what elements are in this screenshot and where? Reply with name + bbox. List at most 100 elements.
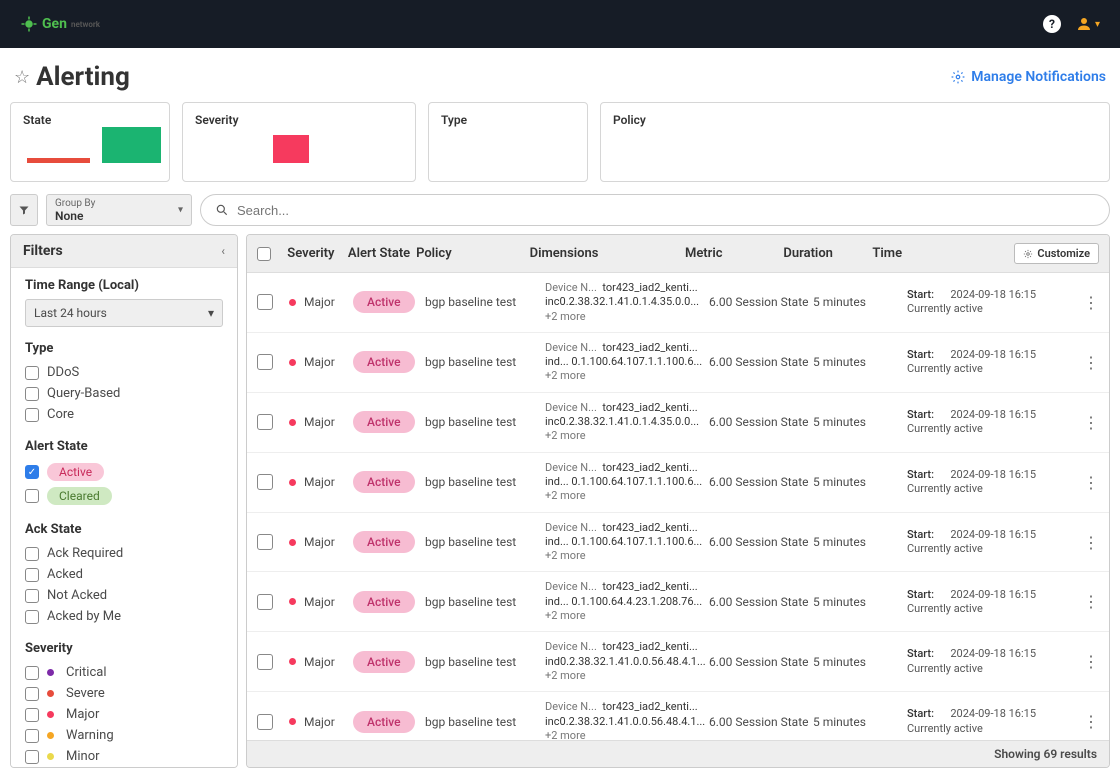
filter-acked[interactable]: Acked [25, 564, 223, 585]
manage-notifications-label: Manage Notifications [971, 69, 1106, 85]
row-actions-menu[interactable]: ⋮ [1083, 293, 1099, 312]
favorite-star-icon[interactable]: ☆ [14, 67, 30, 88]
table-row[interactable]: MajorActivebgp baseline testDevice N... … [247, 333, 1109, 393]
checkbox[interactable] [25, 568, 39, 582]
cell-time: Start: 2024-09-18 16:15Currently active [907, 468, 1057, 497]
checkbox[interactable] [25, 408, 39, 422]
filter-sev-severe[interactable]: Severe [25, 683, 223, 704]
filter-ack-required[interactable]: Ack Required [25, 543, 223, 564]
row-checkbox[interactable] [257, 594, 273, 610]
customize-label: Customize [1037, 247, 1090, 260]
search-box[interactable] [200, 194, 1110, 226]
th-severity[interactable]: Severity [287, 246, 348, 261]
cell-policy: bgp baseline test [425, 415, 545, 429]
filter-sev-minor[interactable]: Minor [25, 746, 223, 767]
cell-severity: Major [289, 715, 353, 729]
checkbox[interactable] [25, 687, 39, 701]
severity-dot-icon [47, 669, 54, 676]
filter-acked-by-me[interactable]: Acked by Me [25, 606, 223, 627]
filter-ack-item-label: Acked by Me [47, 609, 121, 624]
gear-icon [951, 70, 965, 84]
group-by-select[interactable]: Group By None ▾ [46, 194, 192, 226]
group-by-label: Group By [55, 198, 183, 209]
card-state[interactable]: State [10, 102, 170, 182]
row-checkbox[interactable] [257, 654, 273, 670]
table-row[interactable]: MajorActivebgp baseline testDevice N... … [247, 572, 1109, 632]
row-actions-menu[interactable]: ⋮ [1083, 533, 1099, 552]
card-type[interactable]: Type [428, 102, 588, 182]
cell-time: Start: 2024-09-18 16:15Currently active [907, 707, 1057, 736]
row-actions-menu[interactable]: ⋮ [1083, 712, 1099, 731]
th-alertstate[interactable]: Alert State [348, 246, 416, 261]
manage-notifications-link[interactable]: Manage Notifications [951, 69, 1106, 85]
checkbox[interactable] [25, 547, 39, 561]
cell-policy: bgp baseline test [425, 475, 545, 489]
row-checkbox[interactable] [257, 714, 273, 730]
filter-alertstate-cleared[interactable]: Cleared [25, 484, 223, 508]
checkbox[interactable] [25, 610, 39, 624]
customize-button[interactable]: Customize [1014, 243, 1099, 264]
row-checkbox[interactable] [257, 354, 273, 370]
checkbox[interactable] [25, 489, 39, 503]
user-menu[interactable]: ▾ [1075, 15, 1100, 33]
table-row[interactable]: MajorActivebgp baseline testDevice N... … [247, 513, 1109, 573]
filter-type-querybased[interactable]: Query-Based [25, 383, 223, 404]
logo[interactable]: Gennetwork [20, 15, 100, 33]
filter-sev-critical[interactable]: Critical [25, 662, 223, 683]
th-metric[interactable]: Metric [685, 246, 783, 261]
filter-type-ddos[interactable]: DDoS [25, 362, 223, 383]
page-title: Alerting [36, 62, 130, 92]
table-row[interactable]: MajorActivebgp baseline testDevice N... … [247, 632, 1109, 692]
th-time[interactable]: Time [872, 246, 1014, 261]
row-actions-menu[interactable]: ⋮ [1083, 413, 1099, 432]
controls-row: Group By None ▾ [0, 194, 1120, 234]
checkbox[interactable] [25, 750, 39, 764]
row-actions-menu[interactable]: ⋮ [1083, 473, 1099, 492]
cell-time: Start: 2024-09-18 16:15Currently active [907, 528, 1057, 557]
filter-sev-major[interactable]: Major [25, 704, 223, 725]
cell-severity: Major [289, 475, 353, 489]
row-actions-menu[interactable]: ⋮ [1083, 652, 1099, 671]
select-all-checkbox[interactable] [257, 247, 271, 261]
filter-toggle-button[interactable] [10, 194, 38, 226]
filter-timerange-select[interactable]: Last 24 hours ▾ [25, 299, 223, 327]
checkbox[interactable] [25, 366, 39, 380]
pill-active: Active [47, 463, 104, 481]
filter-alertstate-active[interactable]: ✓ Active [25, 460, 223, 484]
row-actions-menu[interactable]: ⋮ [1083, 353, 1099, 372]
severity-dot-icon [289, 299, 296, 306]
checkbox[interactable] [25, 708, 39, 722]
checkbox[interactable] [25, 387, 39, 401]
filter-sev-warning[interactable]: Warning [25, 725, 223, 746]
table-row[interactable]: MajorActivebgp baseline testDevice N... … [247, 692, 1109, 740]
row-actions-menu[interactable]: ⋮ [1083, 592, 1099, 611]
checkbox[interactable] [25, 589, 39, 603]
collapse-sidebar-button[interactable]: ‹ [221, 244, 225, 258]
table-row[interactable]: MajorActivebgp baseline testDevice N... … [247, 393, 1109, 453]
checkbox[interactable] [25, 729, 39, 743]
card-severity[interactable]: Severity [182, 102, 416, 182]
th-duration[interactable]: Duration [783, 246, 872, 261]
state-green-bar [102, 127, 161, 163]
card-type-label: Type [441, 113, 575, 127]
th-dimensions[interactable]: Dimensions [530, 246, 685, 261]
row-checkbox[interactable] [257, 534, 273, 550]
row-checkbox[interactable] [257, 294, 273, 310]
card-policy[interactable]: Policy [600, 102, 1110, 182]
th-policy[interactable]: Policy [416, 246, 530, 261]
filter-timerange-label: Time Range (Local) [25, 278, 223, 293]
checkbox[interactable] [25, 666, 39, 680]
row-checkbox[interactable] [257, 474, 273, 490]
search-input[interactable] [237, 203, 1095, 218]
filter-type-item-label: Core [47, 407, 74, 422]
table-row[interactable]: MajorActivebgp baseline testDevice N... … [247, 273, 1109, 333]
filter-type-core[interactable]: Core [25, 404, 223, 425]
filter-sev-item-label: Warning [66, 728, 114, 743]
row-checkbox[interactable] [257, 414, 273, 430]
table-row[interactable]: MajorActivebgp baseline testDevice N... … [247, 453, 1109, 513]
filter-ackstate-label: Ack State [25, 522, 223, 537]
checkbox-checked[interactable]: ✓ [25, 465, 39, 479]
help-icon[interactable]: ? [1043, 15, 1061, 33]
cell-dimensions: Device N... tor423_iad2_kenti...ind... 0… [545, 580, 709, 623]
filter-not-acked[interactable]: Not Acked [25, 585, 223, 606]
